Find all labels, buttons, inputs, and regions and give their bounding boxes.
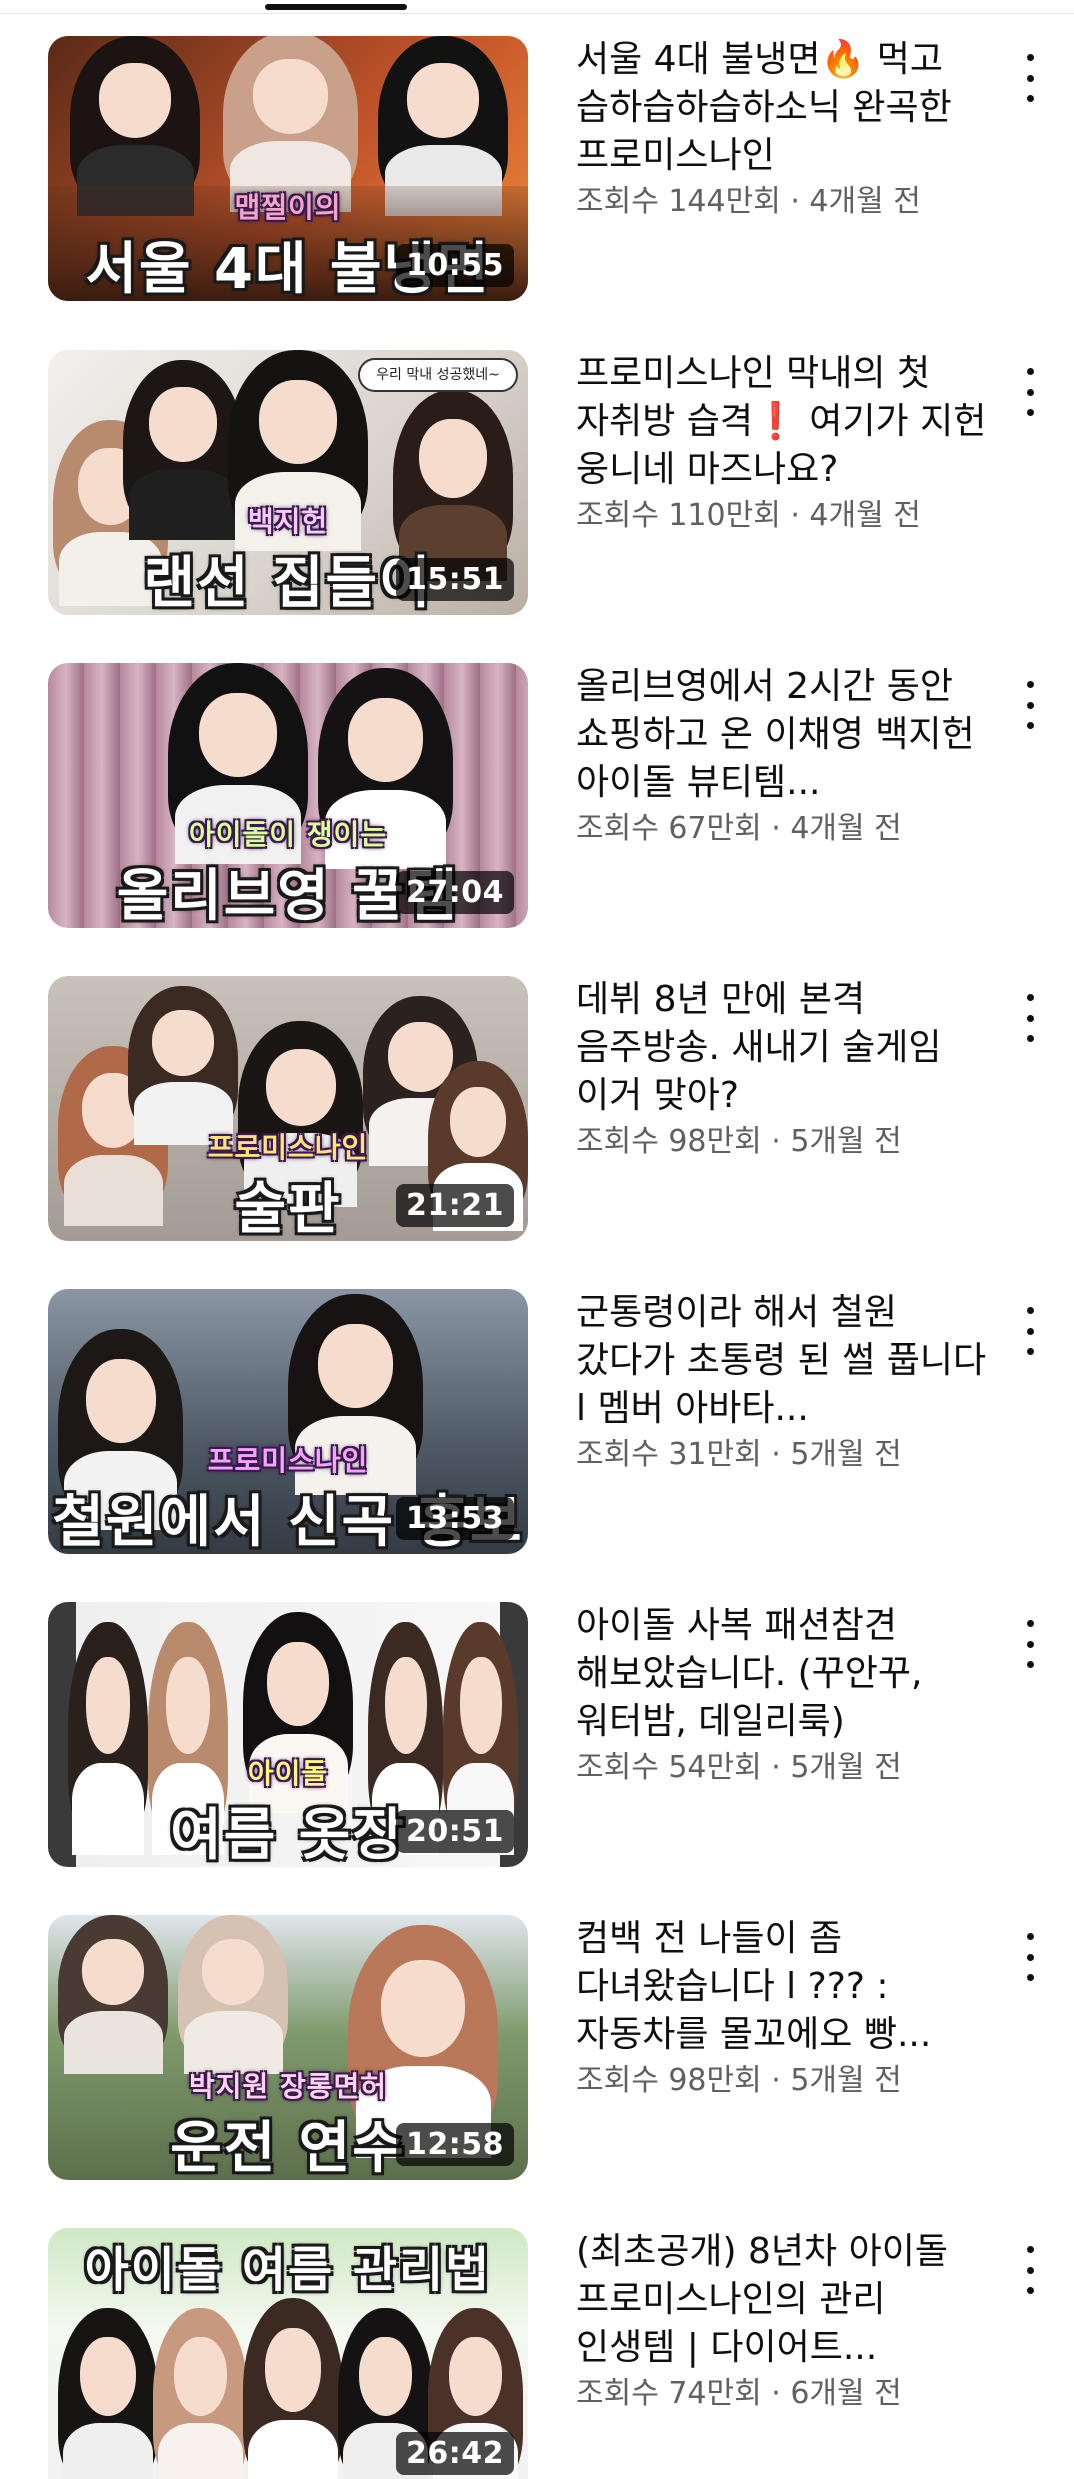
thumbnail-subtitle: 아이돌 <box>247 1757 329 1790</box>
meta-separator: · <box>761 811 791 846</box>
video-item[interactable]: 프로미스나인 술판 21:21 데뷔 8년 만에 본격 음주방송. 새내기 술게… <box>0 976 1074 1246</box>
duration-badge: 13:53 <box>396 1497 514 1540</box>
duration-badge: 10:55 <box>396 244 514 287</box>
upload-age: 6개월 전 <box>790 2376 902 2411</box>
view-count: 조회수 98만회 <box>576 2063 762 2098</box>
video-info: 프로미스나인 막내의 첫 자취방 습격❗ 여기가 지헌 웅니네 마즈나요? 조회… <box>576 350 996 536</box>
duration-badge: 20:51 <box>396 1810 514 1853</box>
thumbnail-subtitle: 프로미스나인 <box>207 1444 369 1477</box>
person-figure <box>153 2308 248 2479</box>
thumbnail-title: 아이돌 여름 관리법 <box>84 2242 492 2298</box>
thumbnail-subtitle: 프로미스나인 <box>207 1131 369 1164</box>
video-thumbnail[interactable]: 아이돌이 쟁이는 올리브영 꿀템 27:04 <box>48 663 528 928</box>
duration-badge: 26:42 <box>396 2432 514 2475</box>
video-item[interactable]: 아이돌 여름 관리법 26:42 (최초공개) 8년차 아이돌 프로미스나인의 … <box>0 2228 1074 2479</box>
person-figure <box>378 36 508 217</box>
video-thumbnail[interactable]: 아이돌 여름 관리법 26:42 <box>48 2228 528 2479</box>
video-meta: 조회수 110만회 · 4개월 전 <box>576 496 996 536</box>
meta-separator: · <box>761 2063 791 2098</box>
duration-badge: 27:04 <box>396 871 514 914</box>
video-title[interactable]: 데뷔 8년 만에 본격 음주방송. 새내기 술게임 이거 맞아? <box>576 976 996 1120</box>
more-options-icon[interactable] <box>1018 994 1042 1042</box>
upload-age: 5개월 전 <box>790 1437 902 1472</box>
more-options-icon[interactable] <box>1018 1620 1042 1668</box>
view-count: 조회수 54만회 <box>576 1750 762 1785</box>
video-thumbnail[interactable]: 맵찔이의 서울 4대 불냉면 10:55 <box>48 36 528 301</box>
video-thumbnail[interactable]: 박지원 장롱면허 운전 연수 12:58 <box>48 1915 528 2180</box>
video-info: 서울 4대 불냉면🔥 먹고 습하습하습하소닉 완곡한 프로미스나인 조회수 14… <box>576 36 996 222</box>
person-figure <box>128 986 238 1145</box>
upload-age: 4개월 전 <box>809 184 921 219</box>
person-figure <box>58 2308 158 2479</box>
video-title[interactable]: 아이돌 사복 패션참견 해보았습니다. (꾸안꾸, 워터밤, 데일리룩) <box>576 1602 996 1746</box>
video-title[interactable]: 서울 4대 불냉면🔥 먹고 습하습하습하소닉 완곡한 프로미스나인 <box>576 36 996 180</box>
duration-badge: 15:51 <box>396 558 514 601</box>
video-meta: 조회수 74만회 · 6개월 전 <box>576 2374 996 2414</box>
meta-separator: · <box>780 498 810 533</box>
video-item[interactable]: 아이돌 여름 옷장 20:51 아이돌 사복 패션참견 해보았습니다. (꾸안꾸… <box>0 1602 1074 1872</box>
thumbnail-subtitle: 백지헌 <box>247 505 329 538</box>
video-info: 컴백 전 나들이 좀 다녀왔습니다 l ??? : 자동차를 몰꼬에오 빵...… <box>576 1915 996 2101</box>
upload-age: 5개월 전 <box>790 1124 902 1159</box>
video-meta: 조회수 144만회 · 4개월 전 <box>576 182 996 222</box>
person-figure <box>178 1915 288 2074</box>
upload-age: 4개월 전 <box>790 811 902 846</box>
video-info: 올리브영에서 2시간 동안 쇼핑하고 온 이채영 백지헌 아이돌 뷰티템... … <box>576 663 996 849</box>
video-title[interactable]: 올리브영에서 2시간 동안 쇼핑하고 온 이채영 백지헌 아이돌 뷰티템... <box>576 663 996 807</box>
video-meta: 조회수 98만회 · 5개월 전 <box>576 1122 996 1162</box>
view-count: 조회수 110만회 <box>576 498 781 533</box>
video-title[interactable]: 군통령이라 해서 철원 갔다가 초통령 된 썰 풉니다 l 멤버 아바타... <box>576 1289 996 1433</box>
person-figure <box>58 1915 168 2074</box>
video-item[interactable]: 아이돌이 쟁이는 올리브영 꿀템 27:04 올리브영에서 2시간 동안 쇼핑하… <box>0 663 1074 933</box>
upload-age: 5개월 전 <box>790 1750 902 1785</box>
more-options-icon[interactable] <box>1018 368 1042 416</box>
person-figure <box>223 36 358 213</box>
duration-badge: 12:58 <box>396 2123 514 2166</box>
video-feed: 맵찔이의 서울 4대 불냉면 10:55 서울 4대 불냉면🔥 먹고 습하습하습… <box>0 0 1074 2479</box>
video-info: 아이돌 사복 패션참견 해보았습니다. (꾸안꾸, 워터밤, 데일리룩) 조회수… <box>576 1602 996 1788</box>
person-figure <box>243 2298 343 2479</box>
thumbnail-subtitle: 맵찔이의 <box>234 191 342 224</box>
video-info: 군통령이라 해서 철원 갔다가 초통령 된 썰 풉니다 l 멤버 아바타... … <box>576 1289 996 1475</box>
view-count: 조회수 144만회 <box>576 184 781 219</box>
video-info: 데뷔 8년 만에 본격 음주방송. 새내기 술게임 이거 맞아? 조회수 98만… <box>576 976 996 1162</box>
view-count: 조회수 98만회 <box>576 1124 762 1159</box>
view-count: 조회수 67만회 <box>576 811 762 846</box>
person-figure <box>70 36 200 217</box>
view-count: 조회수 31만회 <box>576 1437 762 1472</box>
video-thumbnail[interactable]: 아이돌 여름 옷장 20:51 <box>48 1602 528 1867</box>
more-options-icon[interactable] <box>1018 54 1042 102</box>
video-item[interactable]: 프로미스나인 철원에서 신곡 홍보 13:53 군통령이라 해서 철원 갔다가 … <box>0 1289 1074 1559</box>
video-item[interactable]: 우리 막내 성공했네~ 백지헌 랜선 집들이 15:51 프로미스나인 막내의 … <box>0 350 1074 620</box>
thumbnail-subtitle: 아이돌이 쟁이는 <box>188 818 388 851</box>
upload-age: 4개월 전 <box>809 498 921 533</box>
video-thumbnail[interactable]: 프로미스나인 철원에서 신곡 홍보 13:53 <box>48 1289 528 1554</box>
duration-badge: 21:21 <box>396 1184 514 1227</box>
video-meta: 조회수 54만회 · 5개월 전 <box>576 1748 996 1788</box>
more-options-icon[interactable] <box>1018 2246 1042 2294</box>
video-item[interactable]: 박지원 장롱면허 운전 연수 12:58 컴백 전 나들이 좀 다녀왔습니다 l… <box>0 1915 1074 2185</box>
meta-separator: · <box>780 184 810 219</box>
video-meta: 조회수 67만회 · 4개월 전 <box>576 809 996 849</box>
more-options-icon[interactable] <box>1018 681 1042 729</box>
meta-separator: · <box>761 1437 791 1472</box>
view-count: 조회수 74만회 <box>576 2376 762 2411</box>
video-meta: 조회수 31만회 · 5개월 전 <box>576 1435 996 1475</box>
video-meta: 조회수 98만회 · 5개월 전 <box>576 2061 996 2101</box>
meta-separator: · <box>761 1124 791 1159</box>
more-options-icon[interactable] <box>1018 1933 1042 1981</box>
thumbnail-subtitle: 박지원 장롱면허 <box>188 2070 388 2103</box>
video-info: (최초공개) 8년차 아이돌 프로미스나인의 관리 인생템 | 다이어트... … <box>576 2228 996 2414</box>
video-title[interactable]: 프로미스나인 막내의 첫 자취방 습격❗ 여기가 지헌 웅니네 마즈나요? <box>576 350 996 494</box>
video-title[interactable]: (최초공개) 8년차 아이돌 프로미스나인의 관리 인생템 | 다이어트... <box>576 2228 996 2372</box>
meta-separator: · <box>761 2376 791 2411</box>
video-thumbnail[interactable]: 우리 막내 성공했네~ 백지헌 랜선 집들이 15:51 <box>48 350 528 615</box>
video-thumbnail[interactable]: 프로미스나인 술판 21:21 <box>48 976 528 1241</box>
meta-separator: · <box>761 1750 791 1785</box>
video-title[interactable]: 컴백 전 나들이 좀 다녀왔습니다 l ??? : 자동차를 몰꼬에오 빵... <box>576 1915 996 2059</box>
more-options-icon[interactable] <box>1018 1307 1042 1355</box>
speech-bubble: 우리 막내 성공했네~ <box>358 358 518 392</box>
video-item[interactable]: 맵찔이의 서울 4대 불냉면 10:55 서울 4대 불냉면🔥 먹고 습하습하습… <box>0 36 1074 306</box>
upload-age: 5개월 전 <box>790 2063 902 2098</box>
